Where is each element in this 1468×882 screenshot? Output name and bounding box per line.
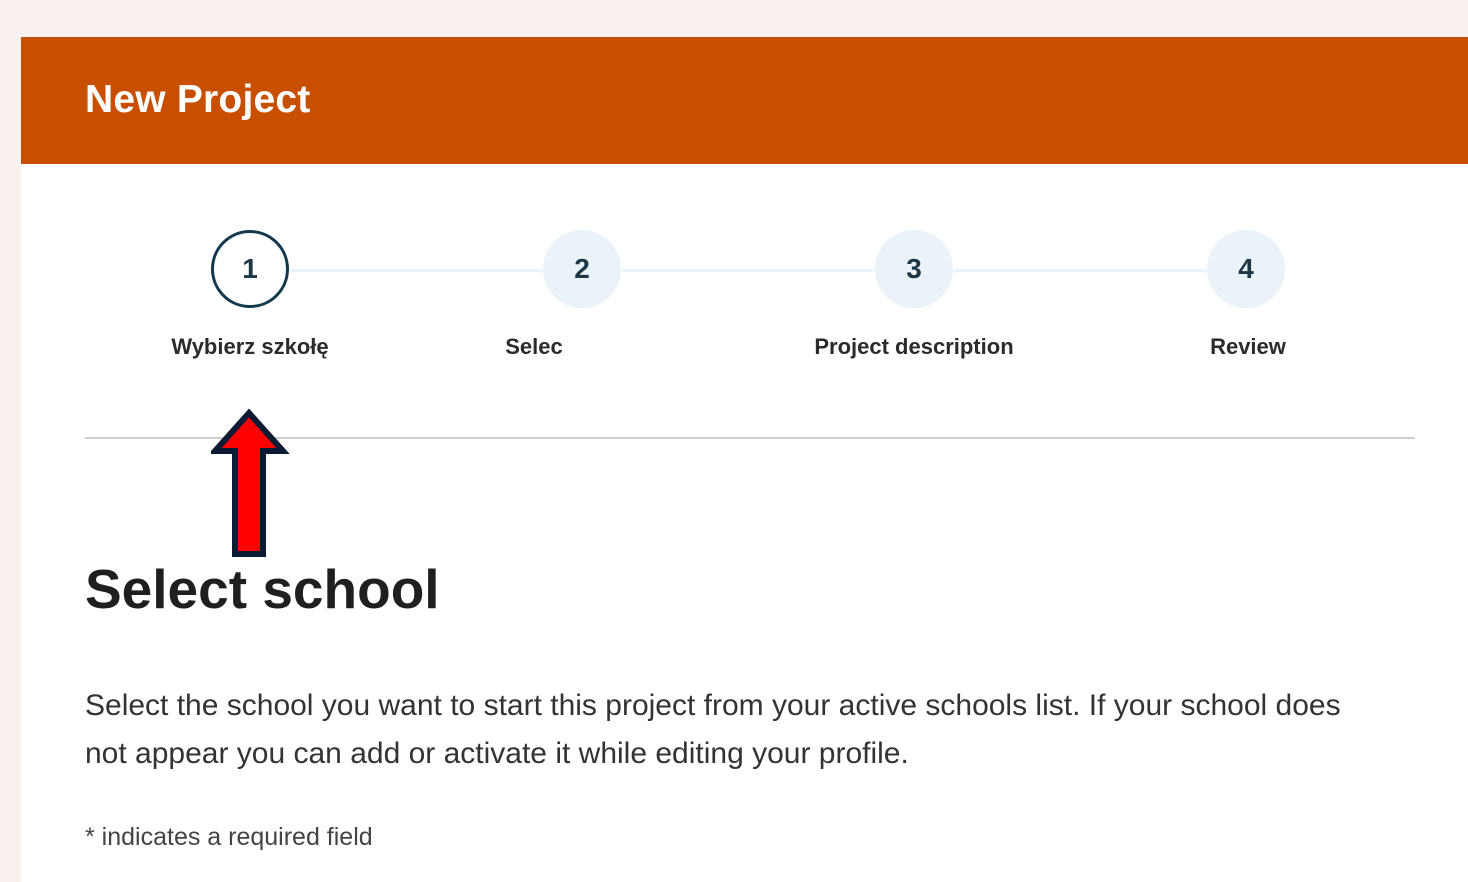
page-header: New Project (21, 37, 1468, 164)
page-title: New Project (85, 78, 311, 121)
section-description: Select the school you want to start this… (85, 689, 1341, 770)
step-4-label: Review (1210, 334, 1286, 359)
step-2-label: Selec (505, 334, 563, 359)
section-title: Select school (85, 558, 440, 620)
red-up-arrow-icon (211, 409, 290, 557)
progress-stepper: 1 2 3 4 Wybierz szkołę Selec Project des… (21, 164, 1468, 434)
step-connector-2-3 (622, 269, 876, 272)
step-connector-1-2 (290, 269, 544, 272)
new-project-card: New Project 1 2 3 4 Wybierz szkołę Selec… (21, 37, 1468, 882)
step-2-indicator[interactable]: 2 (543, 230, 621, 308)
step-connector-3-4 (954, 269, 1208, 272)
step-1-indicator[interactable]: 1 (211, 230, 289, 308)
step-4-indicator[interactable]: 4 (1207, 230, 1285, 308)
step-1-label: Wybierz szkołę (171, 334, 329, 359)
step-3-indicator[interactable]: 3 (875, 230, 953, 308)
required-field-note: * indicates a required field (85, 823, 373, 851)
step-3-label: Project description (814, 334, 1014, 359)
